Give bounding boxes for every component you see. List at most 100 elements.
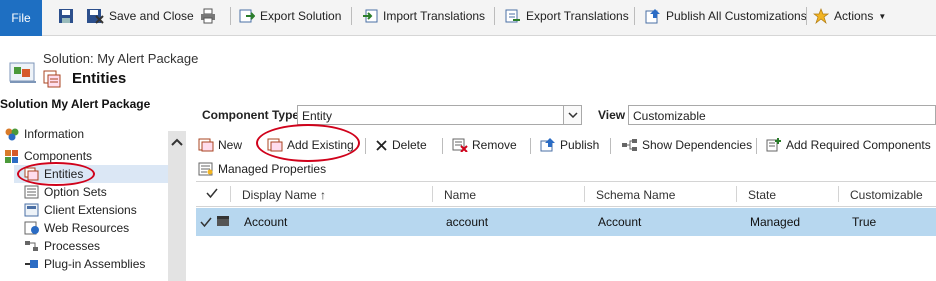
remove-button[interactable]: Remove xyxy=(452,136,517,154)
ribbon-separator xyxy=(634,7,635,25)
save-icon xyxy=(58,8,74,24)
export-solution-label: Export Solution xyxy=(260,9,342,23)
export-solution-icon xyxy=(239,8,255,24)
entity-icon xyxy=(216,215,230,230)
import-translations-label: Import Translations xyxy=(383,9,486,23)
entities-icon xyxy=(24,167,40,181)
column-name[interactable]: Name xyxy=(444,188,476,202)
nav-title: Solution My Alert Package xyxy=(0,97,151,111)
solution-icon xyxy=(9,60,37,87)
nav-item-client-extensions[interactable]: Client Extensions xyxy=(24,203,137,217)
component-type-value: Entity xyxy=(302,109,333,123)
import-translations-button[interactable]: Import Translations xyxy=(362,6,485,26)
nav-item-label: Client Extensions xyxy=(44,203,137,217)
cell-display-name: Account xyxy=(244,215,288,229)
publish-all-icon xyxy=(645,8,661,24)
file-button[interactable]: File xyxy=(0,0,42,36)
ribbon-separator xyxy=(230,7,231,25)
column-schema-name[interactable]: Schema Name xyxy=(596,188,675,202)
nav-item-plugin-assemblies[interactable]: Plug-in Assemblies xyxy=(24,257,145,271)
toolbar-separator xyxy=(442,138,443,154)
chevron-down-icon: ▼ xyxy=(878,11,887,21)
add-required-components-button[interactable]: Add Required Components xyxy=(766,136,931,154)
publish-label: Publish xyxy=(560,138,600,152)
component-type-label: Component Type xyxy=(202,108,300,122)
actions-icon xyxy=(813,8,829,24)
row-checkbox[interactable] xyxy=(200,216,212,231)
publish-all-button[interactable]: Publish All Customizations xyxy=(645,6,807,26)
web-resources-icon xyxy=(24,221,40,235)
save-close-icon xyxy=(86,8,104,24)
view-select[interactable]: Customizable xyxy=(628,105,936,125)
column-state[interactable]: State xyxy=(748,188,776,202)
chevron-down-icon[interactable] xyxy=(563,106,581,124)
save-and-close-label: Save and Close xyxy=(109,9,194,23)
nav-item-processes[interactable]: Processes xyxy=(24,239,100,253)
column-customizable[interactable]: Customizable xyxy=(850,188,923,202)
add-required-icon xyxy=(766,137,782,153)
nav-item-label: Processes xyxy=(44,239,101,253)
managed-properties-label: Managed Properties xyxy=(218,162,327,176)
component-type-select[interactable]: Entity xyxy=(297,105,582,125)
save-and-close-button[interactable]: Save and Close xyxy=(86,6,194,26)
dependencies-icon xyxy=(621,138,638,152)
export-translations-icon xyxy=(505,8,521,24)
nav-item-web-resources[interactable]: Web Resources xyxy=(24,221,129,235)
column-display-name[interactable]: Display Name ↑ xyxy=(242,188,326,202)
add-existing-icon xyxy=(267,138,283,152)
nav-item-components[interactable]: Components xyxy=(4,149,92,163)
column-separator xyxy=(736,186,737,202)
nav-item-label: Plug-in Assemblies xyxy=(44,257,146,271)
toolbar-separator xyxy=(756,138,757,154)
nav-scrollbar[interactable] xyxy=(168,131,186,281)
remove-icon xyxy=(452,138,468,152)
nav-item-label: Option Sets xyxy=(44,185,107,199)
publish-all-label: Publish All Customizations xyxy=(666,9,807,23)
export-translations-label: Export Translations xyxy=(526,9,629,23)
ribbon-separator xyxy=(806,7,807,25)
cell-name: account xyxy=(446,215,489,229)
save-button[interactable] xyxy=(58,6,74,26)
ribbon-separator xyxy=(351,7,352,25)
export-translations-button[interactable]: Export Translations xyxy=(505,6,629,26)
view-label: View xyxy=(598,108,626,122)
select-all-checkbox[interactable] xyxy=(206,187,218,202)
nav-item-label: Web Resources xyxy=(44,221,130,235)
cell-schema-name: Account xyxy=(598,215,642,229)
managed-properties-icon xyxy=(198,162,214,176)
column-separator xyxy=(432,186,433,202)
new-icon xyxy=(198,138,214,152)
page-title: Entities xyxy=(72,70,127,87)
export-solution-button[interactable]: Export Solution xyxy=(239,6,341,26)
information-icon xyxy=(4,127,20,141)
publish-button[interactable]: Publish xyxy=(540,136,599,154)
delete-button[interactable]: Delete xyxy=(375,136,427,154)
nav-item-option-sets[interactable]: Option Sets xyxy=(24,185,107,199)
cell-customizable: True xyxy=(852,215,877,229)
nav-item-entities[interactable]: Entities xyxy=(24,167,83,181)
nav-item-label: Information xyxy=(24,127,85,141)
ribbon-separator xyxy=(494,7,495,25)
publish-icon xyxy=(540,138,556,152)
grid-header: Display Name ↑ Name Schema Name State Cu… xyxy=(196,181,936,207)
toolbar-separator xyxy=(365,138,366,154)
client-extensions-icon xyxy=(24,203,40,217)
new-label: New xyxy=(218,138,243,152)
column-separator xyxy=(838,186,839,202)
add-existing-button[interactable]: Add Existing xyxy=(267,136,354,154)
show-dependencies-button[interactable]: Show Dependencies xyxy=(621,136,752,154)
managed-properties-button[interactable]: Managed Properties xyxy=(198,160,326,178)
toolbar-separator xyxy=(530,138,531,154)
add-required-label: Add Required Components xyxy=(786,138,931,152)
new-button[interactable]: New xyxy=(198,136,242,154)
components-icon xyxy=(4,149,20,163)
nav-item-label: Components xyxy=(24,149,93,163)
scroll-up-icon[interactable] xyxy=(168,131,186,153)
actions-menu[interactable]: Actions ▼ xyxy=(813,6,886,26)
show-dependencies-label: Show Dependencies xyxy=(642,138,753,152)
nav-item-information[interactable]: Information xyxy=(4,127,84,141)
table-row[interactable]: Account account Account Managed True xyxy=(196,208,936,236)
option-sets-icon xyxy=(24,185,40,199)
print-button[interactable] xyxy=(200,6,216,26)
plugin-assemblies-icon xyxy=(24,257,40,271)
